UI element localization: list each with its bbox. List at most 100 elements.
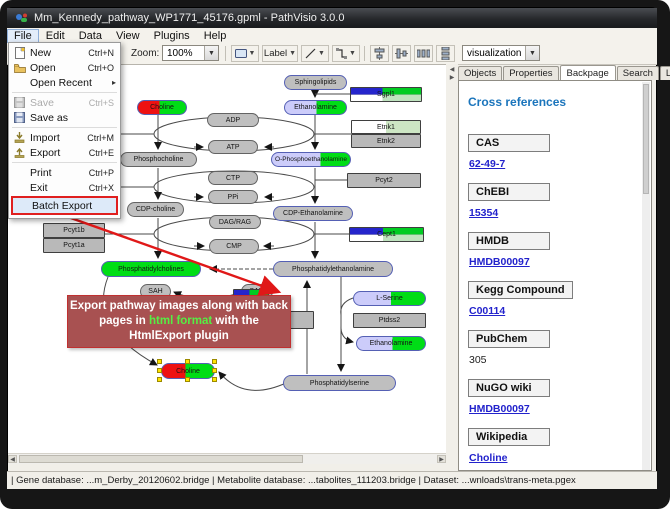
node-atp[interactable]: ATP	[208, 140, 258, 154]
menu-data[interactable]: Data	[72, 29, 109, 43]
save-icon	[13, 97, 26, 109]
label-tool-text: Label	[264, 48, 287, 59]
sidebar-scrollbar[interactable]	[642, 82, 650, 470]
xref-value-link[interactable]: HMDB00097	[469, 256, 651, 268]
xref-value-link[interactable]: HMDB00097	[469, 403, 651, 415]
datanode-icon	[235, 49, 247, 58]
visualization-dropdown-arrow-icon[interactable]: ▼	[525, 46, 539, 60]
xref-section-kegg: Kegg Compound C00114	[468, 280, 651, 317]
title-bar[interactable]: Mm_Kennedy_pathway_WP1771_45176.gpml - P…	[7, 8, 657, 28]
node-ppi[interactable]: PPi	[208, 190, 258, 204]
file-menu-item-export[interactable]: Export Ctrl+E	[9, 145, 120, 160]
node-cdp-ethanolamine[interactable]: CDP-Ethanolamine	[273, 206, 353, 221]
zoom-dropdown-arrow-icon[interactable]: ▼	[204, 46, 218, 60]
gene-node-pcyt2[interactable]: Pcyt2	[347, 173, 421, 188]
export-icon	[13, 147, 26, 159]
label-tool-button[interactable]: Label▼	[262, 45, 298, 62]
file-menu-item-import[interactable]: Import Ctrl+M	[9, 130, 120, 145]
node-phosphocholine[interactable]: Phosphocholine	[120, 152, 197, 167]
file-menu-item-new[interactable]: New Ctrl+N	[9, 45, 120, 60]
xref-source-header: HMDB	[468, 232, 550, 250]
align-horizontal-center-button[interactable]	[370, 45, 389, 62]
menu-help[interactable]: Help	[197, 29, 234, 43]
gene-node-pcyt1a[interactable]: Pcyt1a	[43, 238, 105, 253]
gene-node-ptdss2[interactable]: Ptdss2	[353, 313, 426, 328]
gene-node-sgpl1[interactable]: Sgpl1	[350, 87, 422, 102]
menu-file[interactable]: File	[7, 29, 39, 43]
node-ethanolamine-2[interactable]: Ethanolamine	[356, 336, 426, 351]
sidebar-scrollbar-thumb[interactable]	[643, 84, 649, 194]
gene-node-pcyt1b[interactable]: Pcyt1b	[43, 223, 105, 238]
window-title: Mm_Kennedy_pathway_WP1771_45176.gpml - P…	[34, 12, 344, 24]
gene-node-cept1[interactable]: Cept1	[349, 227, 424, 242]
menu-edit[interactable]: Edit	[39, 29, 72, 43]
annotation-callout: Export pathway images along with back pa…	[67, 295, 291, 348]
node-ctp[interactable]: CTP	[208, 171, 258, 185]
node-sphingolipids[interactable]: Sphingolipids	[284, 75, 347, 90]
tab-backpage[interactable]: Backpage	[560, 65, 616, 81]
node-o-phosphoethanolamine[interactable]: O-Phosphoethanolamine	[271, 152, 351, 167]
splitter[interactable]	[446, 64, 458, 453]
status-bar: | Gene database: ...m_Derby_20120602.bri…	[7, 471, 657, 489]
node-adp[interactable]: ADP	[207, 113, 259, 127]
file-menu-item-open[interactable]: Open Ctrl+O	[9, 60, 120, 75]
selection-handle[interactable]	[212, 368, 217, 373]
align-vertical-center-button[interactable]	[392, 45, 411, 62]
node-phosphatidylethanolamine[interactable]: Phosphatidylethanolamine	[273, 261, 393, 277]
gene-node-etnk2[interactable]: Etnk2	[351, 134, 421, 148]
xref-source-header: Kegg Compound	[468, 281, 573, 299]
scroll-left-arrow-icon[interactable]: ◀	[8, 455, 17, 463]
file-menu-item-batch-export[interactable]: Batch Export	[11, 196, 118, 215]
selection-handle[interactable]	[157, 359, 162, 364]
datanode-tool-button[interactable]: ▼	[231, 45, 259, 62]
line-tool-button[interactable]: ▼	[301, 45, 329, 62]
splitter-toggle-arrows-icon[interactable]: ◀▶	[447, 66, 457, 82]
file-menu-item-exit[interactable]: Exit Ctrl+X	[9, 180, 120, 195]
zoom-label: Zoom:	[131, 48, 159, 59]
gene-node-etnk1[interactable]: Etnk1	[351, 120, 421, 134]
tab-objects[interactable]: Objects	[458, 66, 502, 80]
tab-legend[interactable]: Legend	[660, 66, 670, 80]
file-menu-item-save[interactable]: Save Ctrl+S	[9, 95, 120, 110]
annotation-line1: Export pathway images along with back	[70, 300, 288, 312]
xref-value-link[interactable]: 62-49-7	[469, 158, 651, 170]
file-menu-item-print[interactable]: Print Ctrl+P	[9, 165, 120, 180]
file-menu-item-save-as[interactable]: Save as	[9, 110, 120, 125]
node-phosphatidylserine[interactable]: Phosphatidylserine	[283, 375, 396, 391]
menu-view[interactable]: View	[109, 29, 147, 43]
selection-handle[interactable]	[212, 359, 217, 364]
zoom-combobox[interactable]: 100% ▼	[162, 45, 219, 61]
connector-tool-button[interactable]: ▼	[332, 45, 360, 62]
node-cdp-choline[interactable]: CDP-choline	[127, 202, 184, 217]
xref-source-header: Wikipedia	[468, 428, 550, 446]
xref-value-link[interactable]: C00114	[469, 305, 651, 317]
canvas-horizontal-scrollbar[interactable]: ◀ ▶	[8, 453, 446, 464]
tab-properties[interactable]: Properties	[503, 66, 558, 80]
xref-value-link[interactable]: Choline	[469, 452, 651, 464]
selection-handle[interactable]	[185, 377, 190, 382]
xref-section-pubchem: PubChem 305	[468, 329, 651, 366]
node-dag[interactable]: DAG/RAG	[209, 215, 261, 229]
selection-handle[interactable]	[157, 377, 162, 382]
selection-handle[interactable]	[185, 359, 190, 364]
node-ethanolamine[interactable]: Ethanolamine	[284, 100, 347, 115]
distribute-vertical-button[interactable]	[436, 45, 455, 62]
node-phosphatidylcholines[interactable]: Phosphatidylcholines	[101, 261, 201, 277]
align-vertical-center-icon	[395, 47, 408, 60]
selection-handle[interactable]	[157, 368, 162, 373]
file-menu-item-open-recent[interactable]: Open Recent ▸	[9, 75, 120, 90]
backpage-panel: Cross references CAS 62-49-7 ChEBI 15354…	[458, 80, 652, 471]
xref-value-link[interactable]: 15354	[469, 207, 651, 219]
node-l-serine[interactable]: L-Serine	[353, 291, 426, 306]
distribute-horizontal-button[interactable]	[414, 45, 433, 62]
menu-separator	[12, 92, 117, 93]
selection-handle[interactable]	[212, 377, 217, 382]
canvas-hscroll-thumb[interactable]	[19, 455, 303, 463]
distribute-vertical-icon	[439, 47, 452, 60]
tab-search[interactable]: Search	[617, 66, 659, 80]
scroll-right-arrow-icon[interactable]: ▶	[437, 455, 446, 463]
node-choline[interactable]: Choline	[137, 100, 187, 115]
node-cmp[interactable]: CMP	[209, 239, 259, 254]
menu-plugins[interactable]: Plugins	[147, 29, 197, 43]
visualization-combobox[interactable]: visualization ▼	[462, 45, 540, 61]
